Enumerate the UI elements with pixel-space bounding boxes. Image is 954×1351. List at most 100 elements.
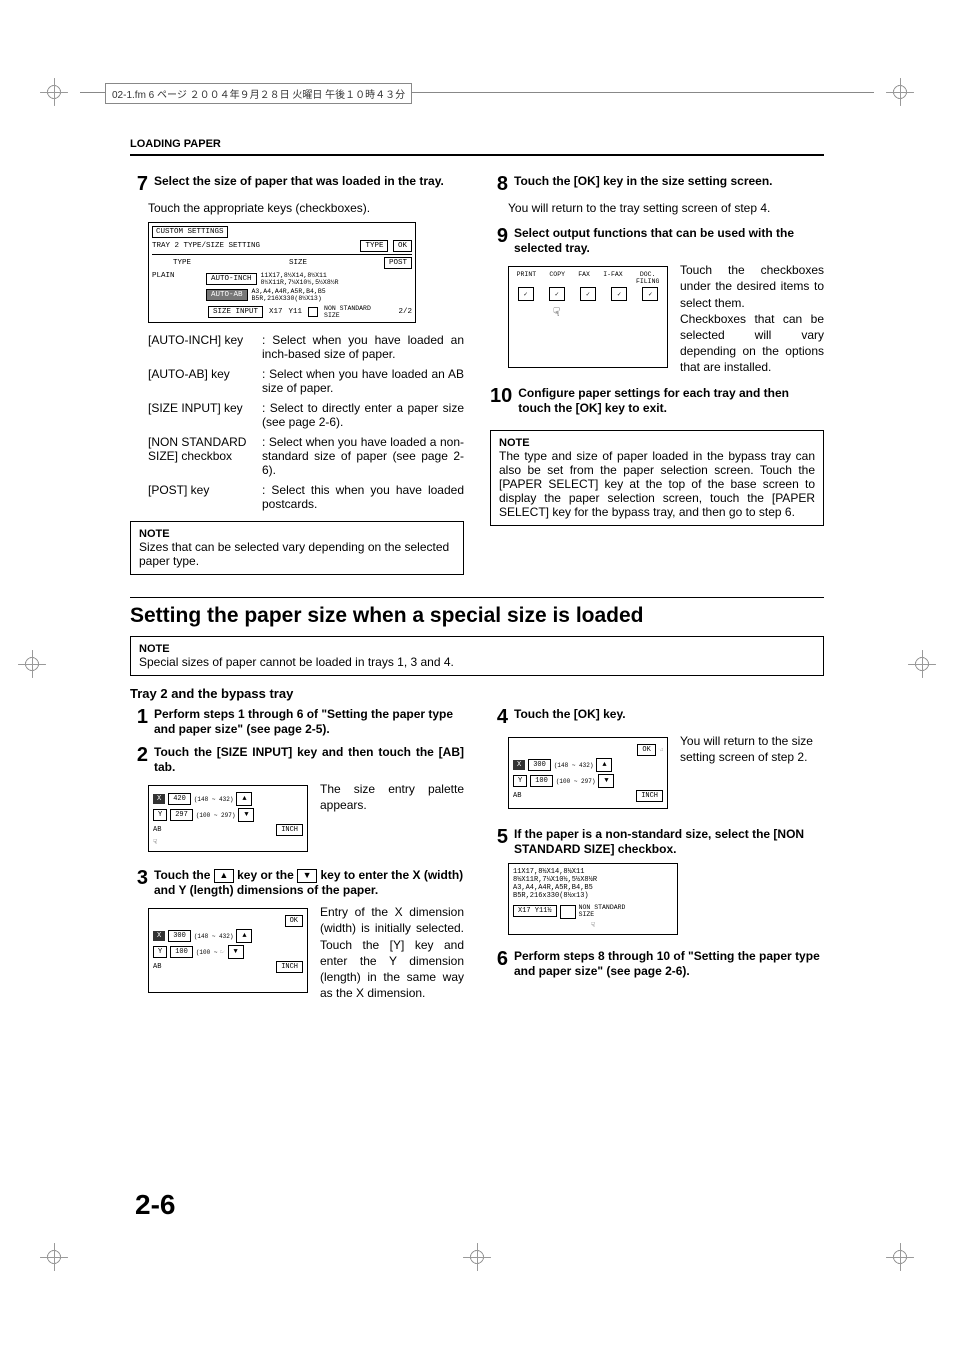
step-subtext: You will return to the tray setting scre… [508,200,824,216]
functions-diagram: PRINT COPY FAX I-FAX DOC. FILING ✓ ✓ ✓ ✓… [508,266,668,367]
right-col-2: 4 Touch the [OK] key. OK☜ X 300 (148 ~ 4… [490,707,824,1001]
settings-screen-diagram: CUSTOM SETTINGS TRAY 2 TYPE/SIZE SETTING… [148,222,416,323]
registration-mark-icon [40,78,68,106]
step-number: 5 [490,827,508,857]
x-value: 420 [168,793,191,805]
note-text: The type and size of paper loaded in the… [499,449,815,519]
checkbox[interactable] [560,905,576,919]
step-title: Perform steps 8 through 10 of "Setting t… [514,949,824,979]
sizes-text: 11X17,8½X14,8½X11 8½X11R,7¼X10½,5½X8½R [261,272,339,286]
checkbox[interactable]: ✓ [549,287,565,301]
note-label: NOTE [139,643,815,655]
step-number: 9 [490,226,508,256]
down-arrow-icon[interactable]: ▼ [238,808,254,822]
up-arrow-icon[interactable]: ▲ [236,792,252,806]
note-text: Sizes that can be selected vary dependin… [139,540,455,568]
inch-tab[interactable]: INCH [276,824,303,836]
y-range: (100 ~ 297) [196,812,236,819]
x-range: (148 ~ 432) [554,762,594,769]
post-button[interactable]: POST [384,257,412,269]
up-arrow-icon[interactable]: ▲ [596,758,612,772]
size-button[interactable]: X17 Y11½ [513,905,557,917]
y-key[interactable]: Y [153,946,167,958]
hand-pointer-icon: ☟ [553,305,663,320]
step-number: 2 [130,745,148,775]
y-value: 100 [170,946,193,958]
checkbox[interactable]: ✓ [611,287,627,301]
step-title: Touch the ▲ key or the ▼ key to enter th… [154,868,464,898]
note-text: Special sizes of paper cannot be loaded … [139,655,815,669]
step-number: 1 [130,707,148,737]
down-arrow-icon[interactable]: ▼ [228,945,244,959]
step-number: 8 [490,174,508,194]
non-standard-label: NON STANDARD SIZE [324,305,371,319]
def-row: [AUTO-INCH] key: Select when you have lo… [148,333,464,361]
func-label: I-FAX [603,271,623,285]
page: 02-1.fm 6 ページ ２００４年９月２８日 火曜日 午後１０時４３分 LO… [0,0,954,1351]
y-val: Y11 [289,308,303,316]
checkbox[interactable]: ✓ [642,287,658,301]
sizes-text: A3,A4,A4R,A5R,B4,B5 B5R,216X330(8½X13) [252,288,326,302]
ok-button[interactable]: OK [637,744,655,756]
hand-pointer-icon: ☟ [513,921,673,930]
step-9: 9 Select output functions that can be us… [490,226,824,256]
type-button[interactable]: TYPE [360,240,388,252]
step-body: You will return to the size setting scre… [680,733,824,817]
def-row: [AUTO-AB] key: Select when you have load… [148,367,464,395]
ab-tab[interactable]: AB [153,826,161,834]
y-value: 297 [170,809,193,821]
step-title: Configure paper settings for each tray a… [518,386,824,416]
step-8: 8 Touch the [OK] key in the size setting… [490,174,824,194]
size-entry-diagram: OK☜ X 300 (148 ~ 432) ▲ Y 100 (100 ~ 297… [508,737,668,809]
inch-tab[interactable]: INCH [276,961,303,973]
note-box: NOTE Sizes that can be selected vary dep… [130,521,464,575]
step-subtext: Touch the appropriate keys (checkboxes). [148,200,464,216]
y-key[interactable]: Y [513,775,527,787]
registration-mark-icon [18,650,46,678]
ab-tab[interactable]: AB [153,963,161,971]
ok-button[interactable]: OK [393,240,412,252]
divider [130,597,824,598]
sizes-line: B5R,216x330(8½x13) [513,892,673,900]
step-body: Entry of the X dimension (width) is init… [320,904,464,1001]
ok-button[interactable]: OK [285,915,303,927]
hand-pointer-icon: ☜ [659,746,663,755]
step-b2: 2 Touch the [SIZE INPUT] key and then to… [130,745,464,775]
hand-pointer-icon: ☟ [153,838,303,847]
func-label: FAX [578,271,590,285]
x-key[interactable]: X [513,760,525,770]
step-b3: 3 Touch the ▲ key or the ▼ key to enter … [130,868,464,898]
step-b4: 4 Touch the [OK] key. [490,707,824,727]
step-number: 4 [490,707,508,727]
step-10: 10 Configure paper settings for each tra… [490,386,824,416]
func-label: PRINT [517,271,537,285]
sizes-line: 11X17,8½X14,8½X11 [513,868,673,876]
inch-tab[interactable]: INCH [636,790,663,802]
checkbox[interactable]: ✓ [580,287,596,301]
up-arrow-icon[interactable]: ▲ [236,929,252,943]
x-key[interactable]: X [153,794,165,804]
registration-mark-icon [908,650,936,678]
non-standard-label: NON STANDARD SIZE [579,904,626,918]
step-title: Perform steps 1 through 6 of "Setting th… [154,707,464,737]
auto-inch-button[interactable]: AUTO-INCH [206,273,257,285]
checkbox[interactable] [308,307,318,317]
down-arrow-icon[interactable]: ▼ [598,774,614,788]
step-title: Select the size of paper that was loaded… [154,174,464,194]
size-input-button[interactable]: SIZE INPUT [208,306,263,318]
registration-mark-icon [463,1243,491,1271]
checkbox[interactable]: ✓ [518,287,534,301]
auto-ab-button[interactable]: AUTO-AB [206,289,248,301]
page-number: 2-6 [135,1189,175,1221]
step-body: The size entry palette appears. [320,781,464,860]
note-label: NOTE [499,437,815,449]
note-label: NOTE [139,528,455,540]
y-key[interactable]: Y [153,809,167,821]
right-col: 8 Touch the [OK] key in the size setting… [490,174,824,583]
lower-columns: 1 Perform steps 1 through 6 of "Setting … [130,707,824,1001]
step-b6: 6 Perform steps 8 through 10 of "Setting… [490,949,824,979]
ab-tab[interactable]: AB [513,792,521,800]
x-key[interactable]: X [153,931,165,941]
type-label: TYPE [152,259,212,267]
step-body: Touch the checkboxes under the desired i… [680,262,824,375]
